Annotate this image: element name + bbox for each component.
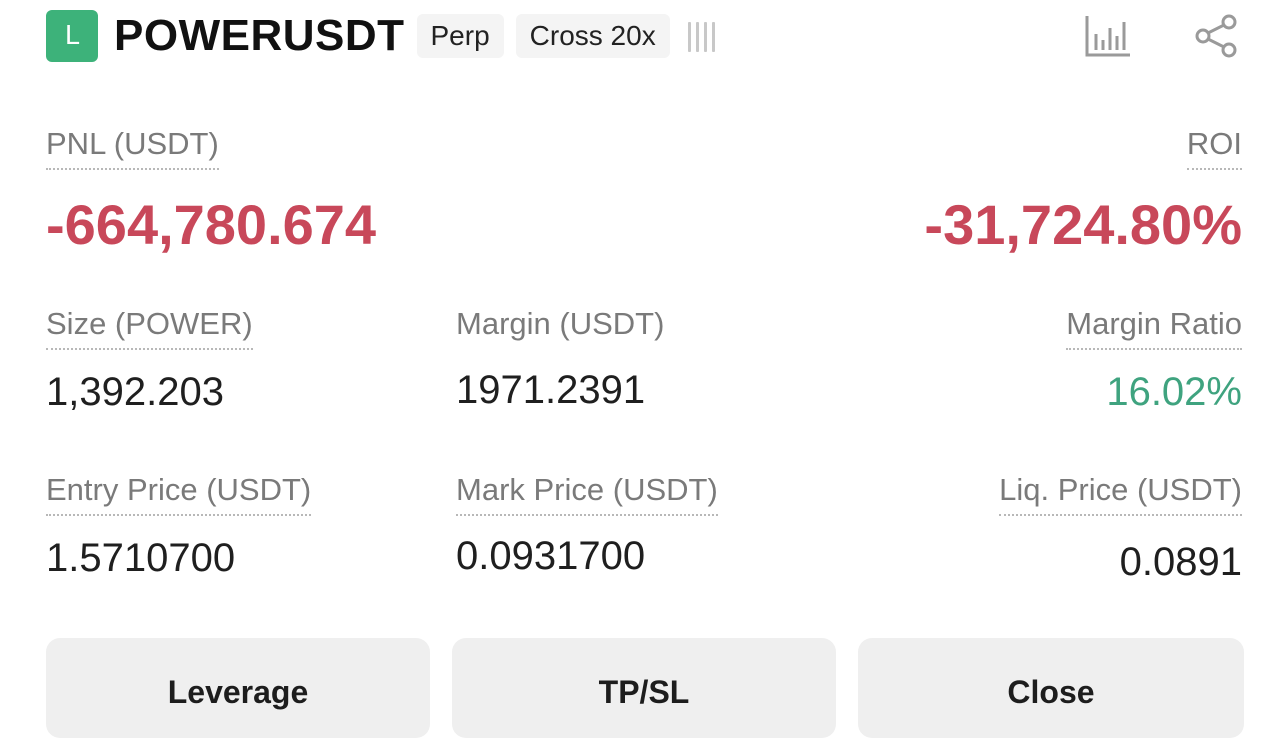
position-header: L POWERUSDT Perp Cross 20x [46,8,1242,64]
margin-label: Margin (USDT) [456,306,665,341]
pnl-label[interactable]: PNL (USDT) [46,126,219,170]
margin-ratio-value: 16.02% [1106,370,1242,414]
entry-price-label[interactable]: Entry Price (USDT) [46,472,312,516]
entry-price-value: 1.5710700 [46,536,236,580]
bar-chart-icon[interactable] [1082,10,1134,62]
close-position-button[interactable]: Close [858,638,1244,738]
margin-ratio-label[interactable]: Margin Ratio [1066,306,1242,350]
liq-price-value: 0.0891 [1119,540,1242,584]
share-icon[interactable] [1190,10,1242,62]
liq-price-label[interactable]: Liq. Price (USDT) [999,472,1242,516]
mark-price-label[interactable]: Mark Price (USDT) [456,472,718,516]
roi-label[interactable]: ROI [1186,126,1242,170]
symbol-title[interactable]: POWERUSDT [114,11,405,61]
mark-price-value: 0.0931700 [456,534,646,578]
size-label[interactable]: Size (POWER) [46,306,253,350]
margin-mode-chip[interactable]: Cross 20x [515,14,670,58]
tpsl-button[interactable]: TP/SL [452,638,836,738]
pnl-value: -664,780.674 [46,193,377,256]
size-value: 1,392.203 [46,370,224,414]
long-side-badge: L [46,10,98,62]
risk-level-icon [687,20,715,52]
roi-value: -31,724.80% [924,193,1242,256]
contract-type-chip: Perp [416,14,504,58]
leverage-button[interactable]: Leverage [46,638,430,738]
margin-value: 1971.2391 [456,368,646,412]
